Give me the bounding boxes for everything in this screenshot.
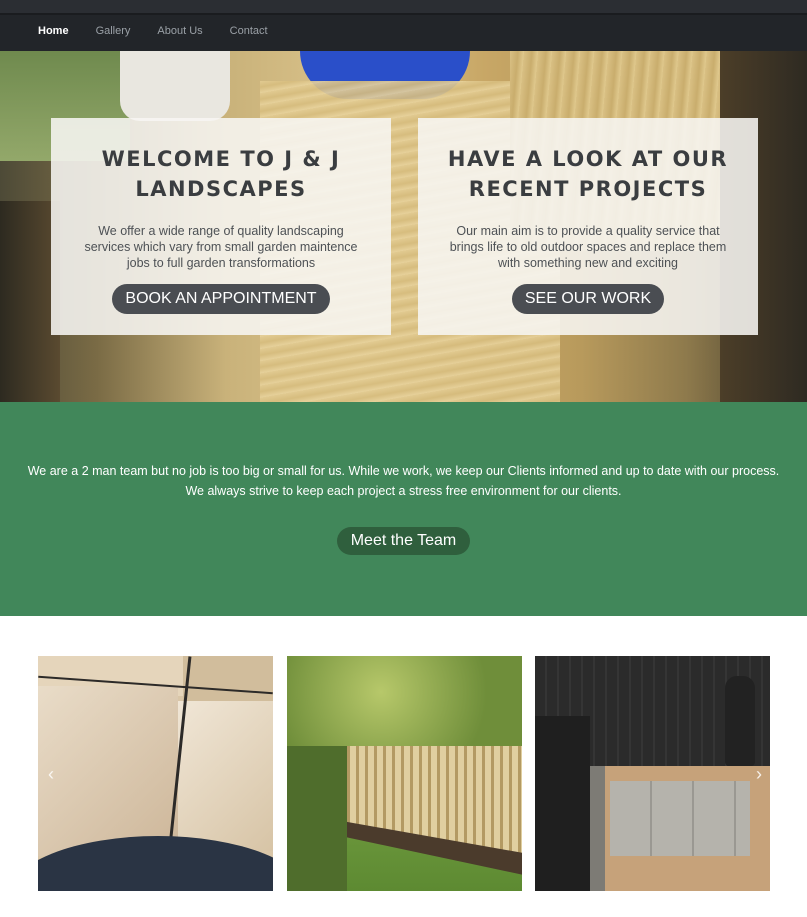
- slab: [38, 686, 178, 856]
- book-appointment-button[interactable]: BOOK AN APPOINTMENT: [112, 284, 330, 314]
- top-navbar: Home Gallery About Us Contact: [0, 0, 807, 51]
- gallery-image-paving-slabs[interactable]: ‹: [38, 656, 273, 891]
- nav-contact[interactable]: Contact: [230, 25, 268, 37]
- gallery-image-patio-install[interactable]: ›: [535, 656, 770, 891]
- worker: [725, 676, 755, 766]
- main-nav: Home Gallery About Us Contact: [38, 25, 268, 37]
- fence-post: [535, 716, 590, 891]
- welcome-text: We offer a wide range of quality landsca…: [84, 224, 358, 270]
- project-gallery: ‹ ›: [38, 656, 771, 891]
- about-text: We are a 2 man team but no job is too bi…: [27, 464, 780, 498]
- patio-paving: [610, 781, 750, 856]
- nav-about-us[interactable]: About Us: [157, 25, 202, 37]
- meet-the-team-button[interactable]: Meet the Team: [336, 527, 471, 555]
- slab: [178, 701, 273, 851]
- projects-title: HAVE A LOOK AT OUR RECENT PROJECTS: [447, 147, 729, 201]
- chevron-left-icon[interactable]: ‹: [48, 764, 54, 785]
- hero-bg-bucket: [120, 51, 230, 121]
- nav-gallery[interactable]: Gallery: [96, 25, 131, 37]
- chevron-right-icon[interactable]: ›: [756, 764, 762, 785]
- about-band: We are a 2 man team but no job is too bi…: [0, 402, 807, 616]
- nav-home[interactable]: Home: [38, 25, 69, 37]
- projects-text: Our main aim is to provide a quality ser…: [449, 224, 727, 270]
- hero-section: WELCOME TO J & J LANDSCAPES We offer a w…: [0, 51, 807, 402]
- welcome-title: WELCOME TO J & J LANDSCAPES: [101, 147, 341, 201]
- gallery-image-picket-fence[interactable]: [287, 656, 522, 891]
- tree-canopy: [287, 656, 522, 746]
- slab: [183, 656, 273, 706]
- projects-card: HAVE A LOOK AT OUR RECENT PROJECTS Our m…: [418, 118, 758, 335]
- welcome-card: WELCOME TO J & J LANDSCAPES We offer a w…: [51, 118, 391, 335]
- see-our-work-button[interactable]: SEE OUR WORK: [511, 284, 665, 314]
